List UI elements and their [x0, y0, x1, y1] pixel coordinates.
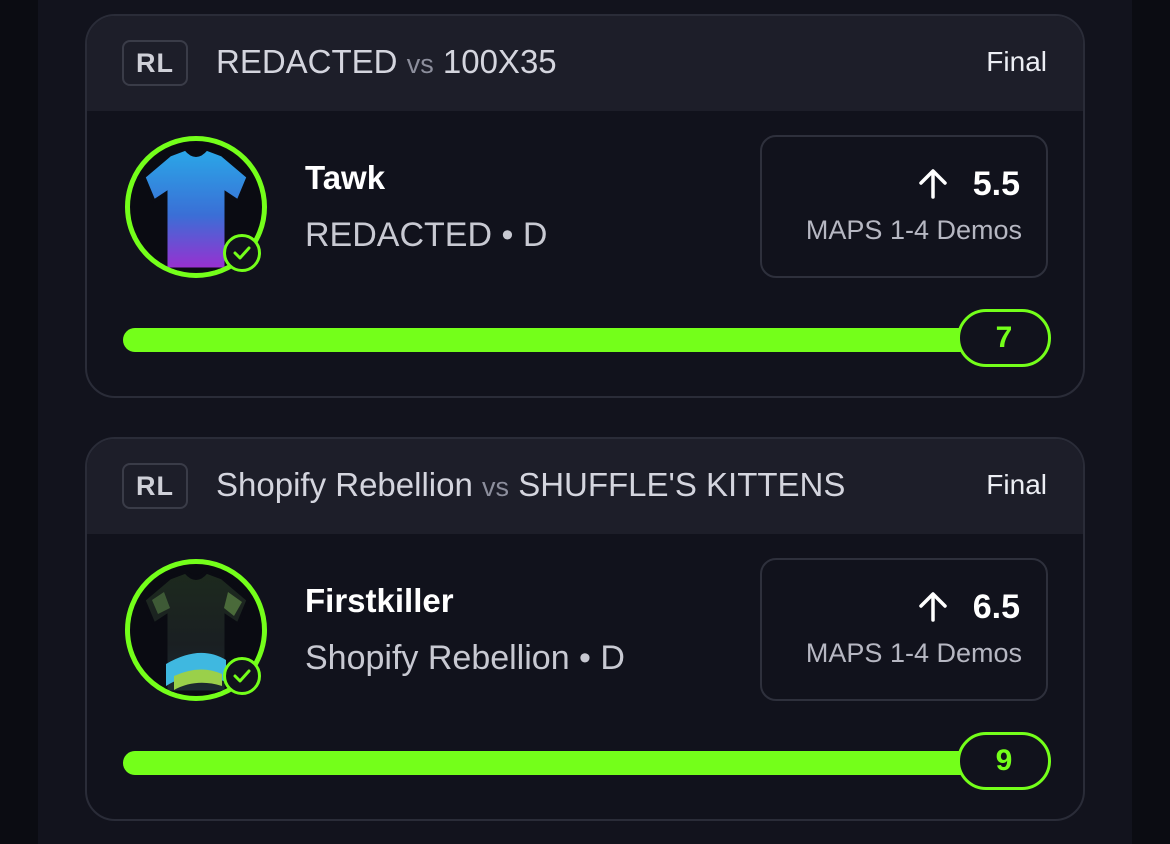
result-value: 9 — [957, 732, 1051, 790]
progress-track — [123, 751, 1049, 775]
player-team-position: Shopify Rebellion • D — [305, 639, 625, 677]
check-circle-icon — [223, 657, 261, 695]
progress-track — [123, 328, 1049, 352]
game-status: Final — [986, 469, 1047, 500]
line-box: 5.5 MAPS 1-4 Demos — [760, 135, 1048, 278]
pick-card[interactable]: RL Shopify Rebellion vs SHUFFLE'S KITTEN… — [85, 437, 1085, 821]
pick-card[interactable]: RL REDACTED vs 100X35 Final Tawk REDACTE… — [85, 14, 1085, 398]
app-viewport: RL REDACTED vs 100X35 Final Tawk REDACTE… — [0, 0, 1170, 844]
league-badge: RL — [122, 463, 188, 509]
away-team: 100X35 — [442, 43, 557, 80]
line-box: 6.5 MAPS 1-4 Demos — [760, 558, 1048, 701]
arrow-up-icon — [919, 592, 947, 622]
home-team: REDACTED — [216, 43, 398, 80]
line-market: MAPS 1-4 Demos — [805, 638, 1022, 668]
player-name: Tawk — [305, 159, 386, 196]
card-header: RL REDACTED vs 100X35 Final — [87, 16, 1083, 111]
line-value: 5.5 — [972, 165, 1020, 203]
player-team-position: REDACTED • D — [305, 216, 548, 254]
game-status: Final — [986, 46, 1047, 77]
progress-fill — [123, 751, 1049, 775]
card-header: RL Shopify Rebellion vs SHUFFLE'S KITTEN… — [87, 439, 1083, 534]
result-value: 7 — [957, 309, 1051, 367]
matchup-title: Shopify Rebellion vs SHUFFLE'S KITTENS — [216, 465, 845, 507]
league-badge: RL — [122, 40, 188, 86]
vs-label: vs — [482, 472, 510, 502]
player-name: Firstkiller — [305, 582, 454, 619]
away-team: SHUFFLE'S KITTENS — [518, 466, 846, 503]
home-team: Shopify Rebellion — [216, 466, 473, 503]
line-market: MAPS 1-4 Demos — [805, 215, 1022, 245]
line-value: 6.5 — [972, 588, 1020, 626]
matchup-title: REDACTED vs 100X35 — [216, 42, 557, 84]
check-circle-icon — [223, 234, 261, 272]
progress-fill — [123, 328, 1049, 352]
arrow-up-icon — [919, 169, 947, 199]
vs-label: vs — [406, 49, 434, 79]
